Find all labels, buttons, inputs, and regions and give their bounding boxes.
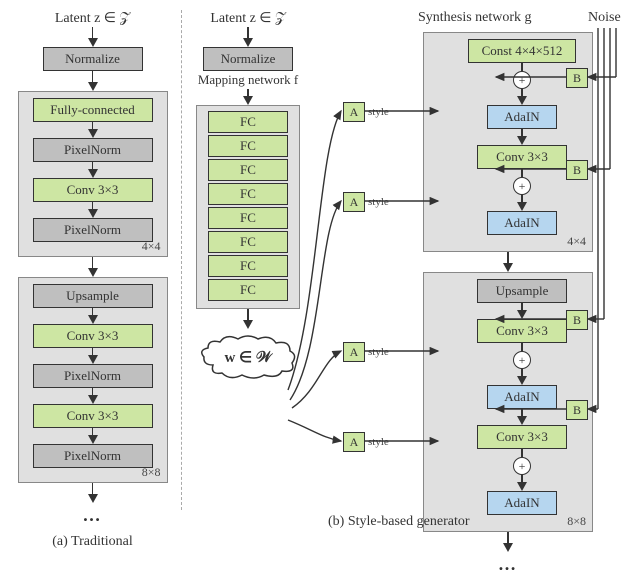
adain-block: AdaIN: [487, 211, 557, 235]
arrow-down-icon: [243, 96, 253, 105]
panel-a: Latent z ∈ 𝒵 Normalize Fully-connected P…: [10, 10, 175, 550]
size-label: 8×8: [142, 465, 161, 480]
conv3x3-block: Conv 3×3: [33, 178, 153, 202]
mapping-fc-stack: FC FC FC FC FC FC FC FC: [196, 105, 300, 309]
figure: Latent z ∈ 𝒵 Normalize Fully-connected P…: [10, 10, 626, 550]
fully-connected-block: Fully-connected: [33, 98, 153, 122]
latent-label-a: Latent z ∈ 𝒵: [55, 10, 130, 27]
arrow-down-icon: [88, 129, 98, 138]
arrow-down-icon: [503, 263, 513, 272]
size-label: 8×8: [567, 514, 586, 529]
conv3x3-block: Conv 3×3: [477, 319, 567, 343]
arrow-down-icon: [88, 435, 98, 444]
arrow-down-icon: [88, 494, 98, 503]
adain-block: AdaIN: [487, 105, 557, 129]
latent-label-b: Latent z ∈ 𝒵: [210, 10, 285, 27]
conv3x3-block: Conv 3×3: [477, 425, 567, 449]
pixelnorm-block: PixelNorm: [33, 138, 153, 162]
arrow-down-icon: [517, 482, 527, 491]
fc-block: FC: [208, 135, 288, 157]
noise-B-block: B: [566, 310, 588, 330]
noise-B-block: B: [566, 68, 588, 88]
fc-block: FC: [208, 279, 288, 301]
arrow-down-icon: [88, 395, 98, 404]
ellipsis-icon: …: [83, 505, 103, 526]
affine-A-block: A: [343, 102, 365, 122]
conv3x3-block: Conv 3×3: [33, 324, 153, 348]
affine-A-block: A: [343, 192, 365, 212]
add-noise-icon: +: [513, 457, 531, 475]
style-input-row: A style: [343, 192, 391, 212]
size-label: 4×4: [567, 234, 586, 249]
arrow-down-icon: [517, 416, 527, 425]
arrow-down-icon: [517, 376, 527, 385]
w-label: w ∈ 𝒲: [224, 348, 271, 367]
arrow-down-icon: [88, 315, 98, 324]
mapping-network: Latent z ∈ 𝒵 Normalize Mapping network f…: [188, 10, 308, 379]
conv3x3-block: Conv 3×3: [33, 404, 153, 428]
conv3x3-block: Conv 3×3: [477, 145, 567, 169]
adain-block: AdaIN: [487, 491, 557, 515]
arrow-down-icon: [243, 38, 253, 47]
w-cloud: w ∈ 𝒲: [198, 335, 298, 379]
add-noise-icon: +: [513, 351, 531, 369]
upsample-block: Upsample: [477, 279, 567, 303]
arrow-down-icon: [517, 202, 527, 211]
style-input-row: A style: [343, 432, 391, 452]
affine-A-block: A: [343, 342, 365, 362]
fc-block: FC: [208, 231, 288, 253]
upsample-block: Upsample: [33, 284, 153, 308]
arrow-down-icon: [517, 96, 527, 105]
synthesis-network-label: Synthesis network g: [418, 10, 532, 26]
panel-divider: [181, 10, 182, 510]
fc-block: FC: [208, 111, 288, 133]
style-label: style: [368, 436, 389, 448]
add-noise-icon: +: [513, 71, 531, 89]
fc-block: FC: [208, 183, 288, 205]
style-input-row: A style: [343, 342, 391, 362]
style-label: style: [368, 196, 389, 208]
adain-block: AdaIN: [487, 385, 557, 409]
noise-B-block: B: [566, 400, 588, 420]
arrow-down-icon: [88, 38, 98, 47]
group-8x8-a: Upsample Conv 3×3 PixelNorm Conv 3×3 Pix…: [18, 277, 168, 483]
pixelnorm-block: PixelNorm: [33, 218, 153, 242]
noise-B-block: B: [566, 160, 588, 180]
fc-block: FC: [208, 207, 288, 229]
arrow-down-icon: [503, 543, 513, 552]
arrow-down-icon: [88, 209, 98, 218]
normalize-block: Normalize: [203, 47, 293, 71]
mapping-network-label: Mapping network f: [198, 73, 298, 87]
arrow-down-icon: [88, 355, 98, 364]
arrow-down-icon: [88, 169, 98, 178]
panel-b: Latent z ∈ 𝒵 Normalize Mapping network f…: [188, 10, 626, 530]
const-block: Const 4×4×512: [468, 39, 576, 63]
group-4x4-b: Const 4×4×512 + AdaIN Conv 3×3 + AdaIN 4…: [423, 32, 593, 252]
size-label: 4×4: [142, 239, 161, 254]
normalize-block: Normalize: [43, 47, 143, 71]
synthesis-network: Const 4×4×512 + AdaIN Conv 3×3 + AdaIN 4…: [423, 32, 593, 575]
style-input-row: A style: [343, 102, 391, 122]
arrow-down-icon: [88, 268, 98, 277]
pixelnorm-block: PixelNorm: [33, 444, 153, 468]
fc-block: FC: [208, 159, 288, 181]
style-label: style: [368, 346, 389, 358]
add-noise-icon: +: [513, 177, 531, 195]
fc-block: FC: [208, 255, 288, 277]
pixelnorm-block: PixelNorm: [33, 364, 153, 388]
ellipsis-icon: …: [498, 554, 518, 575]
noise-label: Noise: [588, 10, 621, 26]
caption-a: (a) Traditional: [52, 534, 133, 550]
arrow-down-icon: [88, 82, 98, 91]
group-4x4-a: Fully-connected PixelNorm Conv 3×3 Pixel…: [18, 91, 168, 257]
arrow-down-icon: [243, 320, 253, 329]
arrow-down-icon: [517, 136, 527, 145]
arrow-down-icon: [517, 310, 527, 319]
affine-A-block: A: [343, 432, 365, 452]
style-label: style: [368, 106, 389, 118]
caption-b: (b) Style-based generator: [328, 514, 470, 530]
